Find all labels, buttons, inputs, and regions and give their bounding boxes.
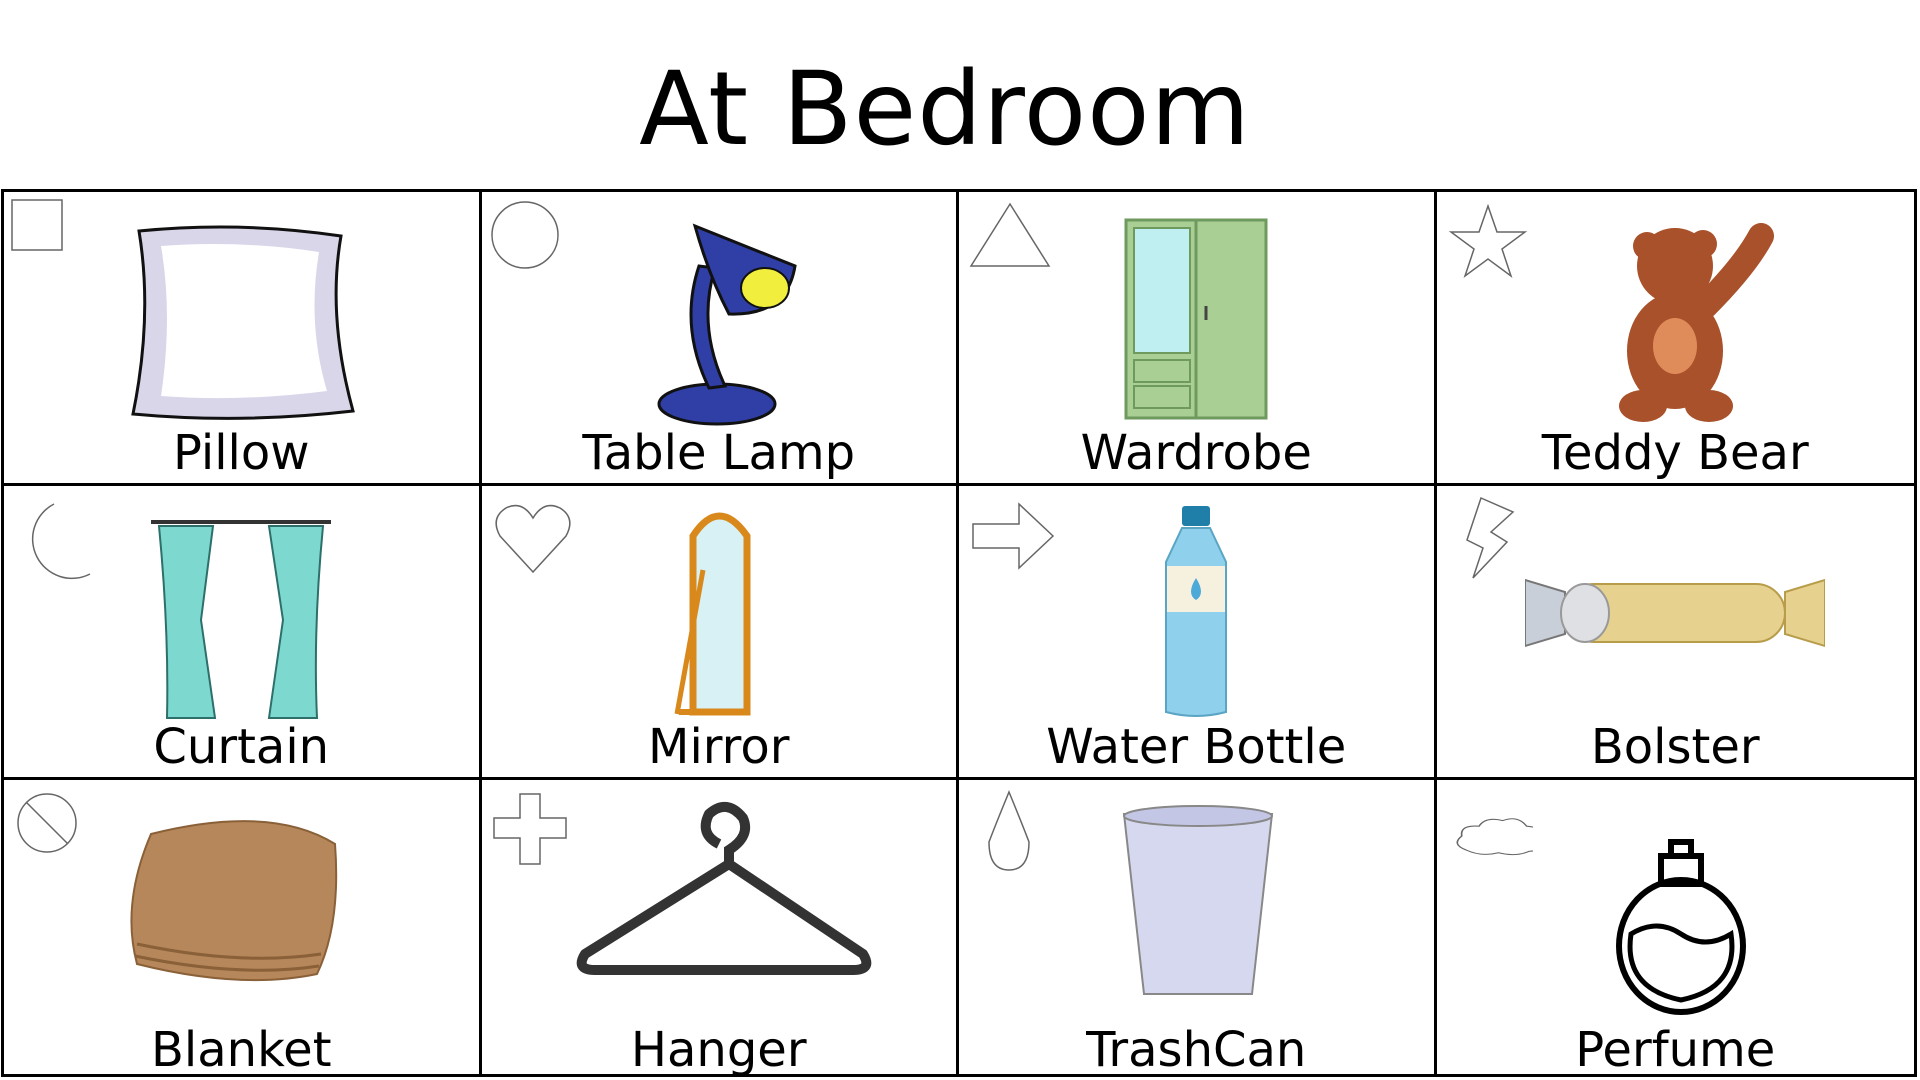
card-water-bottle[interactable]: Water Bottle	[959, 486, 1437, 780]
card-label: Mirror	[648, 719, 790, 775]
card-trash-can[interactable]: TrashCan	[959, 780, 1437, 1074]
card-label: Curtain	[153, 719, 330, 775]
square-icon	[11, 199, 63, 251]
card-label: Wardrobe	[1080, 425, 1312, 481]
card-label: Perfume	[1575, 1022, 1776, 1074]
blanket-icon	[130, 820, 338, 982]
crescent-moon-icon	[31, 503, 91, 580]
card-table-lamp[interactable]: Table Lamp	[481, 192, 959, 486]
vocabulary-grid: Pillow Table Lamp Wardrobe Teddy Bear Cu…	[1, 189, 1917, 1077]
card-mirror[interactable]: Mirror	[481, 486, 959, 780]
prohibited-icon	[17, 793, 77, 853]
card-hanger[interactable]: Hanger	[482, 780, 959, 1074]
bolster-icon	[1525, 578, 1826, 648]
arrow-right-icon	[972, 502, 1055, 570]
perfume-icon	[1616, 839, 1747, 1015]
page-title: At Bedroom	[639, 50, 1251, 169]
pillow-icon	[131, 225, 356, 420]
table-lamp-icon	[657, 223, 797, 426]
card-bolster[interactable]: Bolster	[1436, 486, 1914, 780]
card-label: Bolster	[1590, 719, 1760, 775]
triangle-icon	[969, 202, 1051, 267]
card-pillow[interactable]: Pillow	[4, 192, 482, 486]
card-label: Pillow	[172, 425, 310, 481]
hanger-icon	[576, 802, 872, 975]
card-blanket[interactable]: Blanket	[4, 780, 482, 1074]
curtain-icon	[151, 520, 332, 719]
mirror-icon	[674, 512, 751, 716]
teddy-bear-icon	[1619, 223, 1775, 422]
card-label: Table Lamp	[582, 425, 856, 481]
heart-icon	[494, 504, 571, 574]
star-icon	[1448, 203, 1527, 279]
cloud-icon	[1456, 818, 1533, 856]
card-label: Teddy Bear	[1541, 425, 1809, 481]
card-label: Water Bottle	[1046, 719, 1347, 775]
card-perfume[interactable]: Perfume	[1437, 780, 1915, 1074]
card-label: Hanger	[630, 1022, 807, 1074]
card-label: TrashCan	[1086, 1022, 1307, 1074]
water-bottle-icon	[1165, 506, 1228, 717]
circle-icon	[490, 201, 559, 269]
droplet-icon	[988, 790, 1030, 871]
wardrobe-icon	[1124, 218, 1268, 420]
card-label: Blanket	[150, 1022, 332, 1074]
trash-can-icon	[1123, 805, 1274, 995]
lightning-icon	[1465, 496, 1514, 579]
card-curtain[interactable]: Curtain	[4, 486, 482, 780]
card-teddy-bear[interactable]: Teddy Bear	[1436, 192, 1914, 486]
card-wardrobe[interactable]: Wardrobe	[959, 192, 1437, 486]
